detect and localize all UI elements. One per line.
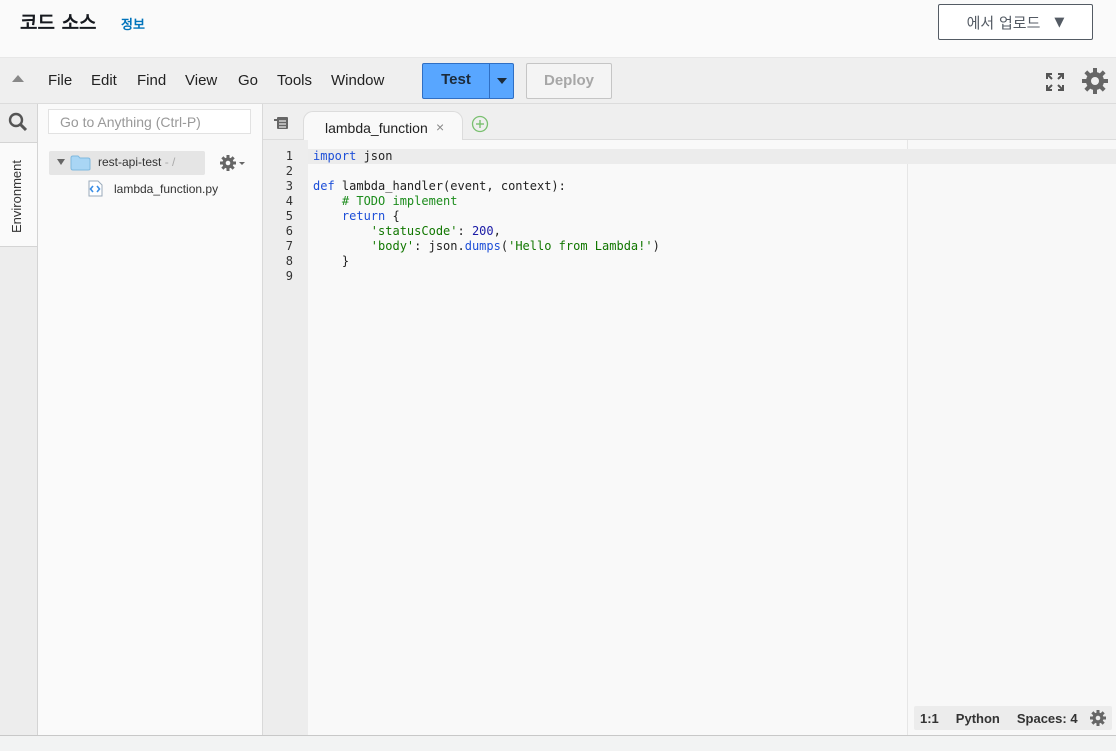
- tree-root-folder[interactable]: rest-api-test - /: [49, 151, 205, 175]
- file-tab[interactable]: lambda_function ×: [303, 111, 463, 141]
- settings-icon[interactable]: [1081, 67, 1109, 95]
- menu-tools[interactable]: Tools: [277, 72, 312, 89]
- upload-button-label: 에서 업로드: [966, 13, 1041, 32]
- tab-list-icon[interactable]: [274, 116, 289, 130]
- menu-file[interactable]: File: [48, 72, 72, 89]
- code-editor: lambda_function × 1 2 3 4 5 6 7 8 9 impo…: [263, 104, 1116, 735]
- environment-tab[interactable]: Environment: [0, 142, 37, 247]
- source-code[interactable]: import json def lambda_handler(event, co…: [313, 149, 660, 269]
- indent-setting[interactable]: Spaces: 4: [1017, 711, 1078, 726]
- caret-down-icon: [496, 78, 507, 84]
- page-header: 코드 소스 정보 에서 업로드 ▼: [0, 0, 1116, 58]
- file-tree-panel: rest-api-test - / lambda_function.py: [38, 104, 263, 735]
- tree-file-item[interactable]: lambda_function.py: [87, 179, 237, 199]
- fullscreen-icon[interactable]: [1045, 72, 1065, 92]
- search-icon[interactable]: [8, 112, 28, 132]
- gear-icon[interactable]: [1089, 709, 1107, 727]
- line-numbers: 1 2 3 4 5 6 7 8 9: [285, 149, 293, 283]
- python-file-icon: [88, 180, 103, 197]
- print-margin-shade: [908, 140, 1116, 735]
- page-title: 코드 소스: [20, 12, 97, 34]
- info-link[interactable]: 정보: [121, 14, 145, 33]
- cursor-position[interactable]: 1:1: [920, 711, 939, 726]
- go-to-anything-input[interactable]: [48, 109, 251, 134]
- menu-view[interactable]: View: [185, 72, 217, 89]
- close-tab-icon[interactable]: ×: [436, 119, 444, 135]
- collapse-icon[interactable]: [12, 75, 24, 82]
- tree-root-label: rest-api-test - /: [98, 155, 176, 169]
- test-button[interactable]: Test: [422, 63, 514, 99]
- caret-down-icon: ▼: [1054, 14, 1065, 30]
- ide-menubar: File Edit Find View Go Tools Window Test…: [0, 58, 1116, 104]
- test-button-label: Test: [441, 71, 471, 88]
- editor-status-bar: 1:1 Python Spaces: 4: [914, 706, 1112, 730]
- environment-tab-label: Environment: [9, 160, 24, 233]
- file-tab-label: lambda_function: [325, 120, 428, 136]
- deploy-button[interactable]: Deploy: [526, 63, 612, 99]
- menu-window[interactable]: Window: [331, 72, 384, 89]
- expand-arrow-icon[interactable]: [57, 159, 65, 165]
- bottom-bar: [0, 735, 1116, 751]
- upload-from-button[interactable]: 에서 업로드 ▼: [938, 4, 1093, 40]
- test-dropdown-button[interactable]: [489, 64, 513, 98]
- editor-tab-bar: lambda_function ×: [263, 104, 1116, 141]
- menu-edit[interactable]: Edit: [91, 72, 117, 89]
- folder-icon: [70, 155, 91, 171]
- side-tab-column: Environment: [0, 104, 38, 735]
- add-tab-icon[interactable]: [471, 115, 489, 133]
- menu-find[interactable]: Find: [137, 72, 166, 89]
- language-mode[interactable]: Python: [956, 711, 1000, 726]
- print-margin: [907, 140, 908, 735]
- menu-go[interactable]: Go: [238, 72, 258, 89]
- gear-icon[interactable]: [219, 154, 247, 172]
- tree-file-label: lambda_function.py: [114, 182, 219, 196]
